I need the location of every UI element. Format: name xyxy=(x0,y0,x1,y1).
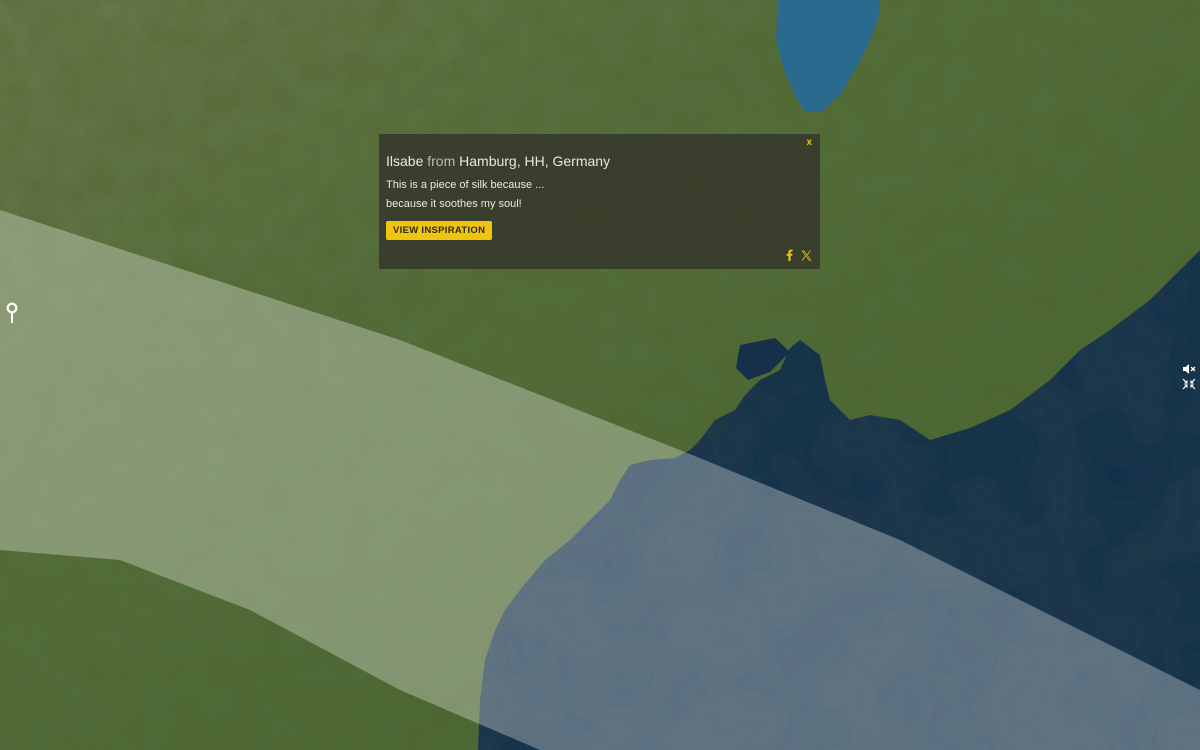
satellite-map[interactable] xyxy=(0,0,1200,750)
author-name: Ilsabe xyxy=(386,153,424,169)
map-viewport[interactable]: x Ilsabe from Hamburg, HH, Germany This … xyxy=(0,0,1200,750)
popup-line-1: This is a piece of silk because ... xyxy=(386,179,545,191)
facebook-icon[interactable] xyxy=(786,249,793,261)
speaker-mute-icon[interactable] xyxy=(1182,362,1196,374)
author-location: Hamburg, HH, Germany xyxy=(459,153,611,169)
popup-title: Ilsabe from Hamburg, HH, Germany xyxy=(386,153,813,170)
from-word: from xyxy=(427,153,456,169)
inspiration-popup: x Ilsabe from Hamburg, HH, Germany This … xyxy=(379,134,820,269)
view-inspiration-button[interactable]: VIEW INSPIRATION xyxy=(386,221,493,240)
location-pin-icon[interactable] xyxy=(5,302,19,324)
collapse-arrows-icon[interactable] xyxy=(1182,377,1196,390)
x-icon[interactable] xyxy=(801,250,812,261)
close-button[interactable]: x xyxy=(806,137,812,148)
popup-line-2: because it soothes my soul! xyxy=(386,198,522,210)
share-row xyxy=(786,249,812,261)
